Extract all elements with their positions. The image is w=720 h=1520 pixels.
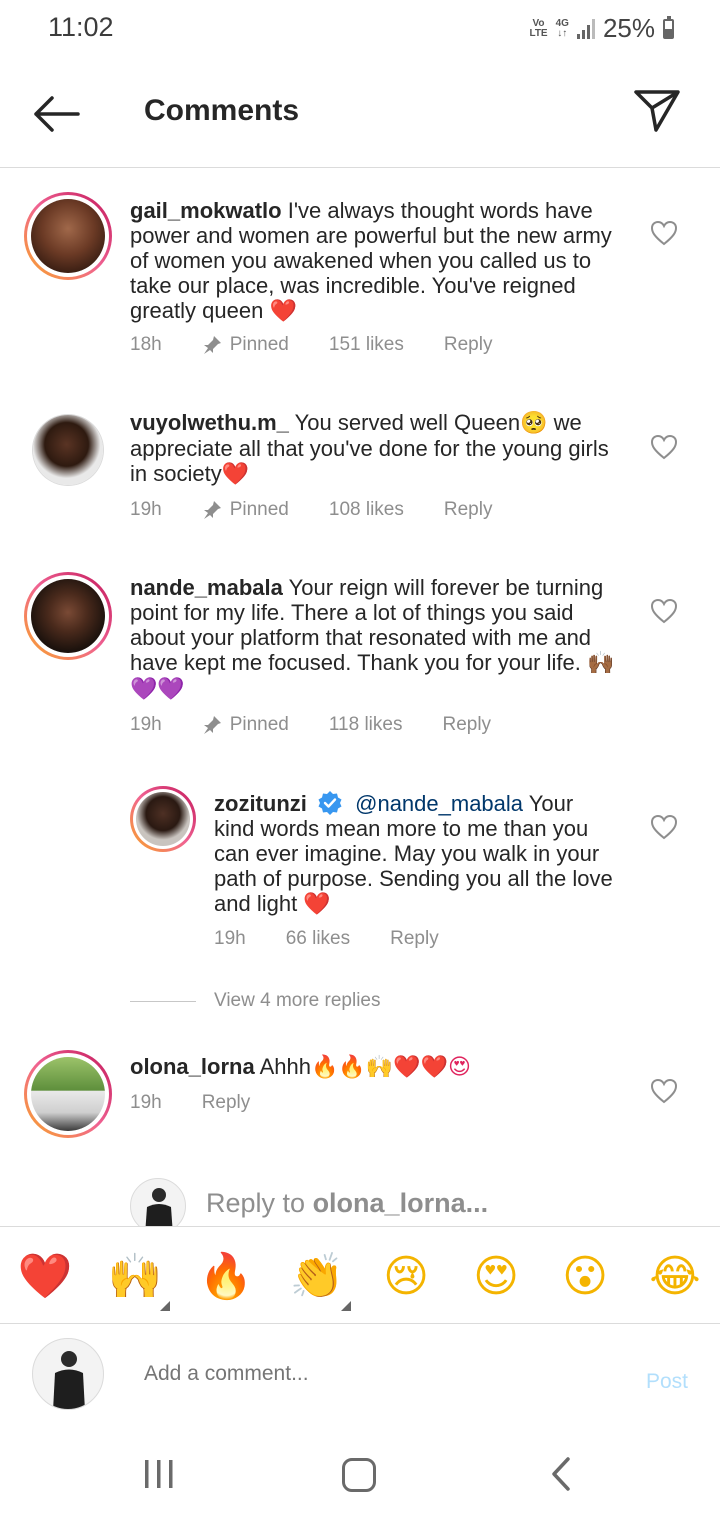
share-button[interactable]: [632, 86, 682, 136]
back-button[interactable]: [30, 92, 82, 136]
battery-icon: [663, 15, 674, 39]
status-time: 11:02: [48, 12, 114, 42]
reply-to-label: Reply to olona_lorna...: [206, 1188, 489, 1218]
comment-item: nande_mabala Your reign will forever be …: [0, 572, 720, 752]
avatar[interactable]: [32, 414, 104, 486]
chevron-left-icon: [552, 1457, 570, 1491]
status-bar: 11:02 Vo LTE 4G ↓↑ 25%: [0, 0, 720, 56]
like-count[interactable]: 108 likes: [329, 499, 404, 521]
heart-icon: [650, 434, 678, 460]
like-button[interactable]: [650, 598, 678, 624]
verified-badge-icon: [318, 791, 342, 815]
comment-item: vuyolwethu.m_ You served well Queen🥺 we …: [0, 410, 720, 530]
like-count[interactable]: 66 likes: [286, 928, 350, 950]
network-4g-icon: 4G ↓↑: [555, 17, 569, 39]
header: Comments: [0, 68, 720, 168]
reply-to-bar[interactable]: Reply to olona_lorna...: [0, 1176, 720, 1226]
emoji-surprised-button[interactable]: 😮: [557, 1249, 613, 1305]
mention-link[interactable]: @nande_mabala: [355, 791, 523, 816]
divider-line: [130, 1000, 196, 1002]
comment-item: olona_lorna Ahhh🔥🔥🙌❤️❤️😍 19h Reply: [0, 1050, 720, 1150]
like-button[interactable]: [650, 434, 678, 460]
comment-meta: 19h 66 likes Reply: [214, 928, 479, 950]
comment-username[interactable]: vuyolwethu.m_: [130, 410, 289, 435]
reply-button[interactable]: Reply: [390, 928, 439, 950]
comment-time: 18h: [130, 334, 162, 355]
avatar[interactable]: [24, 192, 112, 280]
emoji-raised-hands-button[interactable]: 🙌: [107, 1249, 163, 1305]
pinned-label: Pinned: [202, 499, 289, 521]
reply-button[interactable]: Reply: [202, 1092, 251, 1114]
comment-meta: 19h Pinned 118 likes Reply: [130, 714, 531, 736]
emoji-quick-bar: ❤️ 🙌 🔥 👏 😢 😍 😮 😂: [0, 1226, 720, 1324]
comment-text: vuyolwethu.m_ You served well Queen🥺 we …: [130, 410, 609, 487]
heart-icon: [650, 598, 678, 624]
emoji-laughing-button[interactable]: 😂: [647, 1249, 703, 1305]
comment-text: nande_mabala Your reign will forever be …: [130, 575, 615, 702]
comment-text: zozitunzi @nande_mabala Your kind words …: [214, 791, 613, 917]
emoji-clap-button[interactable]: 👏: [289, 1249, 345, 1305]
avatar: [32, 1338, 104, 1410]
like-button[interactable]: [650, 1078, 678, 1104]
comment-item: gail_mokwatlo I've always thought words …: [0, 192, 720, 372]
skin-tone-indicator: [341, 1301, 351, 1311]
avatar[interactable]: [24, 1050, 112, 1138]
emoji-heart-eyes-button[interactable]: 😍: [468, 1249, 524, 1305]
comment-meta: 19h Reply: [130, 1092, 290, 1114]
comment-reply: zozitunzi @nande_mabala Your kind words …: [0, 786, 720, 956]
reply-button[interactable]: Reply: [444, 334, 493, 356]
pin-icon: [203, 501, 221, 519]
paper-plane-icon: [634, 90, 680, 132]
comment-time: 19h: [214, 928, 246, 949]
avatar: [130, 1178, 186, 1226]
pin-icon: [203, 336, 221, 354]
like-count[interactable]: 118 likes: [329, 714, 403, 736]
comment-text: gail_mokwatlo I've always thought words …: [130, 198, 612, 324]
comment-username[interactable]: zozitunzi: [214, 791, 307, 816]
emoji-crying-button[interactable]: 😢: [378, 1249, 434, 1305]
comment-meta: 18h Pinned 151 likes Reply: [130, 334, 532, 356]
comment-input[interactable]: [144, 1362, 614, 1386]
system-back-button[interactable]: [548, 1456, 574, 1492]
heart-icon: [650, 814, 678, 840]
avatar[interactable]: [130, 786, 196, 852]
comment-time: 19h: [130, 714, 162, 735]
reply-button[interactable]: Reply: [442, 714, 491, 736]
emoji-fire-button[interactable]: 🔥: [198, 1249, 254, 1305]
volte-icon: Vo LTE: [529, 17, 548, 39]
comment-username[interactable]: nande_mabala: [130, 575, 283, 600]
pin-icon: [203, 716, 221, 734]
page-title: Comments: [144, 94, 300, 127]
battery-percent: 25%: [602, 13, 655, 43]
recent-apps-button[interactable]: [142, 1458, 176, 1490]
comment-time: 19h: [130, 1092, 162, 1113]
arrow-left-icon: [34, 96, 80, 132]
skin-tone-indicator: [160, 1301, 170, 1311]
heart-icon: [650, 220, 678, 246]
like-button[interactable]: [650, 814, 678, 840]
pinned-label: Pinned: [202, 714, 289, 736]
emoji-heart-button[interactable]: ❤️: [17, 1249, 73, 1305]
like-count[interactable]: 151 likes: [329, 334, 404, 356]
comment-time: 19h: [130, 499, 162, 520]
view-more-replies[interactable]: View 4 more replies: [130, 990, 381, 1012]
avatar[interactable]: [24, 572, 112, 660]
add-comment-bar: Post: [0, 1326, 720, 1426]
user-photo-icon: [53, 1351, 85, 1409]
recent-apps-icon: [145, 1460, 173, 1488]
comment-meta: 19h Pinned 108 likes Reply: [130, 499, 532, 521]
status-icons: Vo LTE 4G ↓↑ 25%: [529, 13, 674, 44]
user-photo-icon: [145, 1188, 173, 1226]
pinned-label: Pinned: [202, 334, 289, 356]
like-button[interactable]: [650, 220, 678, 246]
post-button[interactable]: Post: [646, 1370, 688, 1394]
system-nav-bar: [0, 1430, 720, 1520]
heart-icon: [650, 1078, 678, 1104]
signal-icon: [576, 18, 595, 39]
comment-text: olona_lorna Ahhh🔥🔥🙌❤️❤️😍: [130, 1054, 471, 1080]
reply-button[interactable]: Reply: [444, 499, 493, 521]
comment-username[interactable]: gail_mokwatlo: [130, 198, 282, 223]
comment-username[interactable]: olona_lorna: [130, 1054, 255, 1079]
home-button[interactable]: [342, 1458, 376, 1492]
